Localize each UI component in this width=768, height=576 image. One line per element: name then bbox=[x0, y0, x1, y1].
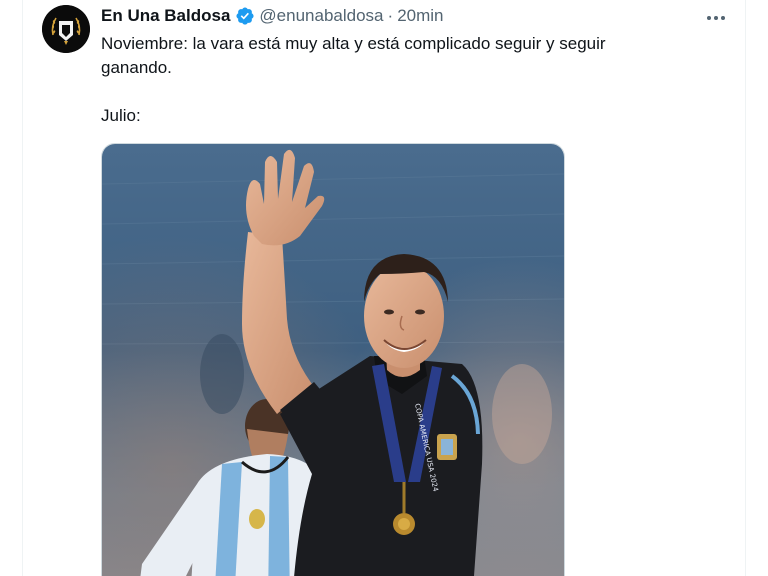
separator-dot: · bbox=[387, 6, 394, 25]
tweet-text: Noviembre: la vara está muy alta y está … bbox=[101, 32, 681, 128]
user-handle[interactable]: @enunabaldosa bbox=[259, 6, 383, 26]
tweet-header: En Una Baldosa @enunabaldosa · 20min bbox=[101, 5, 444, 27]
tweet-text-line: Julio: bbox=[101, 106, 141, 125]
coach-waving-photo: COPA AMERICA USA 2024 bbox=[102, 144, 564, 576]
en-una-baldosa-logo-icon bbox=[42, 5, 90, 53]
twitter-timeline: En Una Baldosa @enunabaldosa · 20min Nov… bbox=[0, 0, 768, 576]
more-dots-icon bbox=[707, 16, 725, 20]
avatar[interactable] bbox=[42, 5, 90, 53]
timestamp[interactable]: 20min bbox=[397, 6, 443, 26]
tweet-media-photo[interactable]: COPA AMERICA USA 2024 bbox=[101, 143, 565, 576]
verified-badge-icon[interactable] bbox=[235, 6, 255, 26]
display-name[interactable]: En Una Baldosa bbox=[101, 6, 230, 26]
more-options-button[interactable] bbox=[702, 8, 730, 28]
tweet-text-line: Noviembre: la vara está muy alta y está … bbox=[101, 34, 606, 77]
